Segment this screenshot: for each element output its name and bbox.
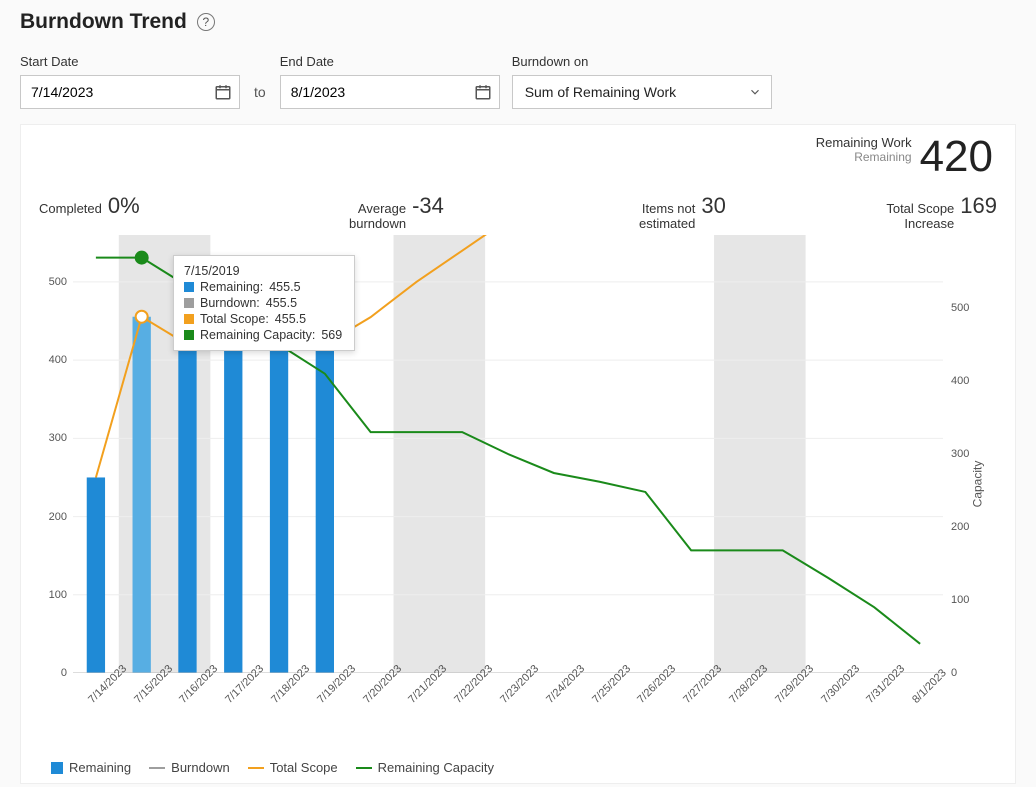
chart-area: 0 100 200 300 400 500 0 100 200 300 400 500 Capaci… [39, 235, 997, 733]
end-date-label: End Date [280, 54, 500, 69]
to-label: to [254, 75, 266, 109]
remaining-work-summary: Remaining Work Remaining 420 [816, 135, 993, 179]
controls: Start Date to End Date Burndown on Sum o… [20, 54, 1016, 109]
y-tick: 0 [61, 667, 67, 679]
chevron-down-icon [748, 85, 762, 99]
legend-line-burndown [149, 767, 165, 769]
x-axis: 7/14/20237/15/20237/16/20237/17/20237/18… [73, 679, 943, 719]
plot[interactable]: 7/15/2019 Remaining: 455.5 Burndown: 455… [73, 235, 943, 673]
tooltip-swatch-scope [184, 314, 194, 324]
tooltip-capacity-label: Remaining Capacity: [200, 328, 315, 342]
start-date-field: Start Date [20, 54, 240, 109]
page-title: Burndown Trend [20, 10, 187, 34]
y2-tick: 300 [951, 448, 969, 460]
burndown-on-field: Burndown on Sum of Remaining Work [512, 54, 772, 109]
tooltip-title: 7/15/2019 [184, 264, 342, 278]
stat-scope-label: Total Scope Increase [886, 202, 954, 232]
tooltip-swatch-burndown [184, 298, 194, 308]
legend-burndown[interactable]: Burndown [149, 760, 230, 775]
y2-axis-title: Capacity [971, 461, 985, 508]
tooltip-burndown-label: Burndown: [200, 296, 260, 310]
tooltip-swatch-remaining [184, 282, 194, 292]
burndown-on-select[interactable]: Sum of Remaining Work [512, 75, 772, 109]
stat-completed: Completed 0% [39, 193, 140, 219]
remaining-work-value: 420 [920, 135, 993, 179]
start-date-label: Start Date [20, 54, 240, 69]
end-date-input-wrap [280, 75, 500, 109]
stat-completed-value: 0% [108, 193, 140, 219]
title-row: Burndown Trend ? [20, 10, 1016, 34]
y-tick: 500 [49, 276, 67, 288]
y-tick: 100 [49, 589, 67, 601]
calendar-icon[interactable] [214, 83, 232, 101]
y2-tick: 400 [951, 375, 969, 387]
stat-scope: Total Scope Increase 169 [886, 193, 997, 232]
end-date-field: End Date [280, 54, 500, 109]
chart-tooltip: 7/15/2019 Remaining: 455.5 Burndown: 455… [173, 255, 355, 351]
y-tick: 300 [49, 432, 67, 444]
remaining-sublabel: Remaining [816, 150, 912, 164]
tooltip-burndown-value: 455.5 [266, 296, 297, 310]
legend-remaining-capacity[interactable]: Remaining Capacity [356, 760, 494, 775]
stat-avg-label: Average burndown [349, 202, 406, 232]
y-tick: 400 [49, 354, 67, 366]
y2-tick: 500 [951, 302, 969, 314]
burndown-on-label: Burndown on [512, 54, 772, 69]
stat-items: Items not estimated 30 [639, 193, 726, 232]
chart-card: Remaining Work Remaining 420 Completed 0… [20, 124, 1016, 784]
help-icon[interactable]: ? [197, 13, 215, 31]
legend-remaining[interactable]: Remaining [51, 760, 131, 775]
y2-tick: 100 [951, 594, 969, 606]
stat-items-label: Items not estimated [639, 202, 695, 232]
y2-tick: 200 [951, 521, 969, 533]
calendar-icon[interactable] [474, 83, 492, 101]
legend-line-scope [248, 767, 264, 769]
legend-remaining-label: Remaining [69, 760, 131, 775]
start-date-input[interactable] [20, 75, 240, 109]
legend-burndown-label: Burndown [171, 760, 230, 775]
stat-scope-value: 169 [960, 193, 997, 219]
stat-avg: Average burndown -34 [349, 193, 444, 232]
tooltip-remaining-value: 455.5 [269, 280, 300, 294]
remaining-work-label: Remaining Work [816, 135, 912, 150]
end-date-input[interactable] [280, 75, 500, 109]
y-tick: 200 [49, 511, 67, 523]
legend-swatch-remaining [51, 762, 63, 774]
chart-legend: Remaining Burndown Total Scope Remaining… [51, 760, 494, 775]
y2-tick: 0 [951, 667, 957, 679]
burndown-on-value: Sum of Remaining Work [525, 84, 676, 100]
legend-total-scope[interactable]: Total Scope [248, 760, 338, 775]
tooltip-scope-label: Total Scope: [200, 312, 269, 326]
legend-line-capacity [356, 767, 372, 769]
tooltip-remaining-label: Remaining: [200, 280, 263, 294]
stat-completed-label: Completed [39, 202, 102, 217]
stat-avg-value: -34 [412, 193, 444, 219]
legend-scope-label: Total Scope [270, 760, 338, 775]
legend-capacity-label: Remaining Capacity [378, 760, 494, 775]
tooltip-scope-value: 455.5 [275, 312, 306, 326]
tooltip-swatch-capacity [184, 330, 194, 340]
tooltip-capacity-value: 569 [321, 328, 342, 342]
start-date-input-wrap [20, 75, 240, 109]
y-axis-left: 0100200300400500 [39, 235, 69, 673]
y-axis-right: 0100200300400500 [949, 235, 979, 673]
stat-items-value: 30 [701, 193, 725, 219]
